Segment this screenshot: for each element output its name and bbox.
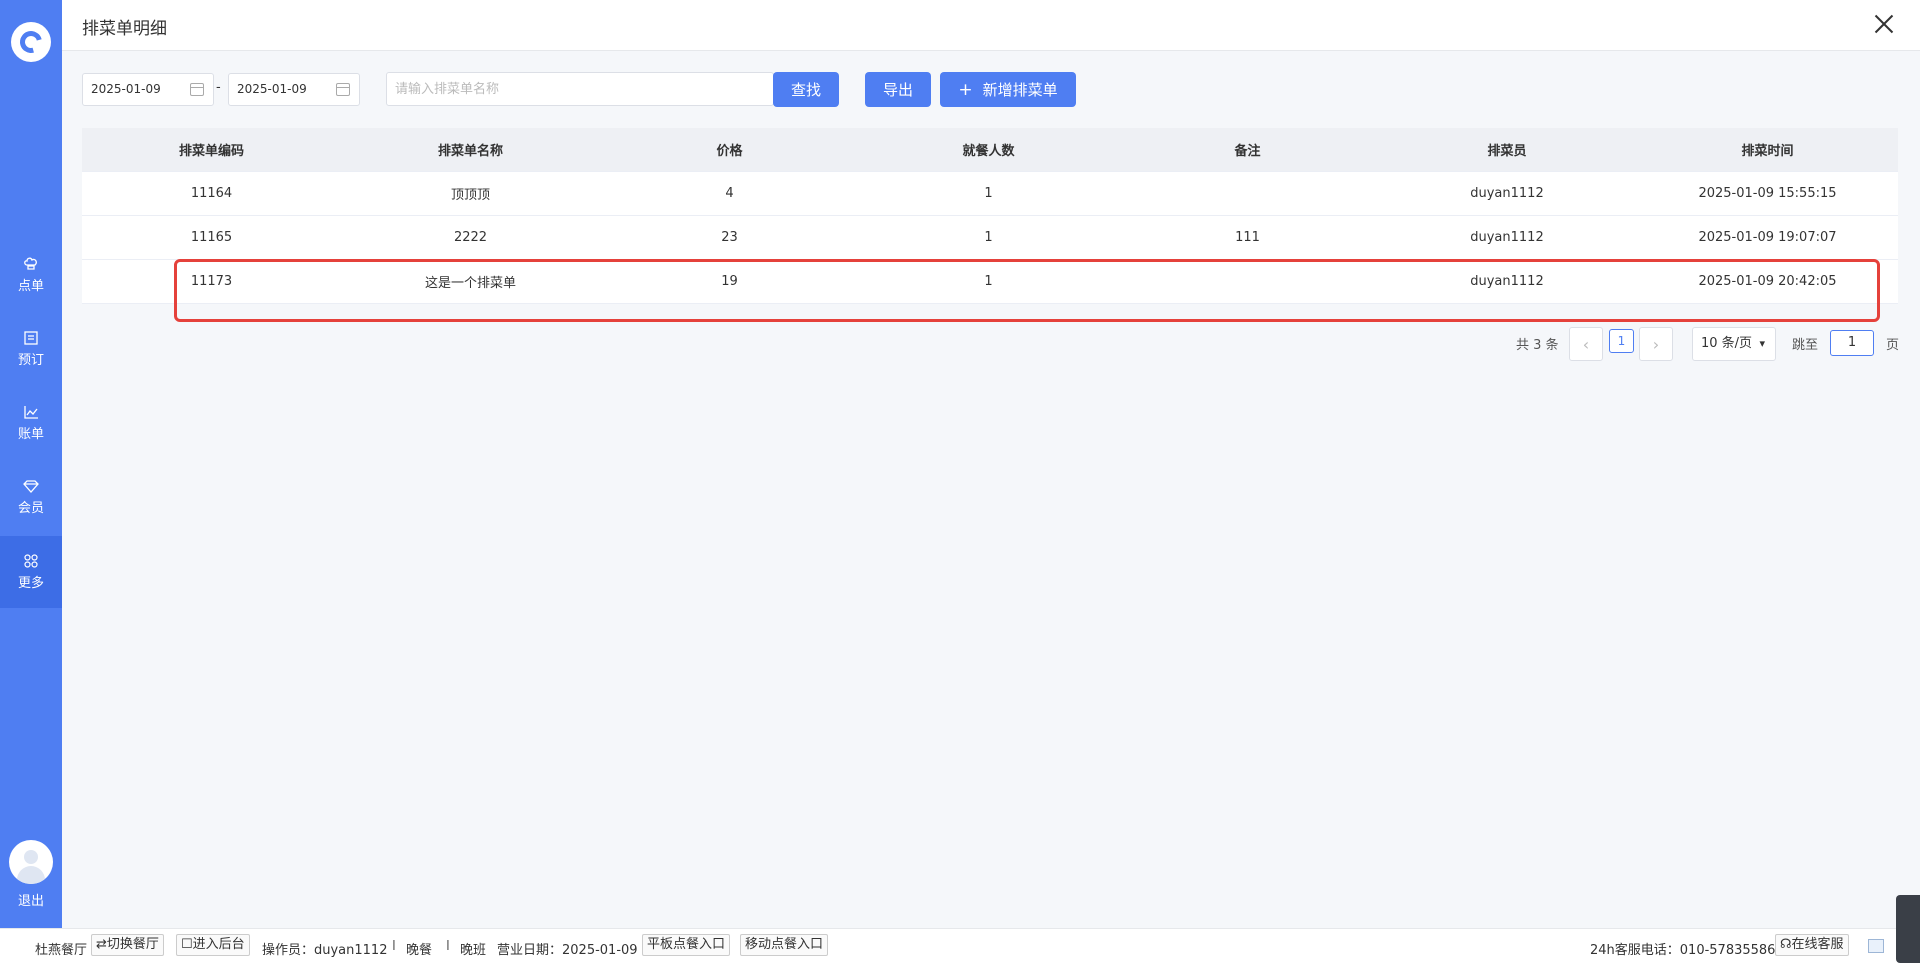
table-cell: 11164 [190,186,233,201]
sidebar-item-label: 账单 [17,426,44,442]
add-menu-button-label: 新增排菜单 [982,81,1058,99]
avatar[interactable] [9,840,53,884]
table-cell: 19 [721,274,738,289]
calendar-book-icon [23,330,39,345]
page-size-value: 10 条/页 [1701,336,1753,351]
app-logo [11,22,51,62]
online-service-button[interactable]: ☊在线客服 [1775,934,1849,956]
logout-button[interactable]: 退出 [0,890,62,909]
start-date-value: 2025-01-09 [91,82,161,96]
search-input[interactable] [386,72,774,106]
sidebar-item-label: 更多 [17,575,44,591]
column-header[interactable]: 价格 [600,140,859,159]
broken-image-icon [1868,939,1884,953]
prev-page-button[interactable]: ‹ [1569,327,1603,361]
shift-text: 晚班 [460,943,487,958]
column-header[interactable]: 排菜时间 [1637,140,1898,159]
column-header[interactable]: 排菜员 [1377,140,1637,159]
column-header[interactable]: 排菜单名称 [341,140,600,159]
close-icon[interactable] [1872,12,1896,36]
separator: I [446,939,450,954]
column-header[interactable]: 备注 [1118,140,1377,159]
table-cell: duyan1112 [1470,186,1544,201]
headset-icon: ☊ [1780,937,1792,952]
sidebar-item-member[interactable]: 会员 [0,461,62,533]
table-cell: duyan1112 [1470,274,1544,289]
table-cell: 11165 [190,230,233,245]
end-date-value: 2025-01-09 [237,82,307,96]
business-date: 营业日期：2025-01-09 [497,943,638,958]
enter-backend-button[interactable]: ☐进入后台 [176,934,250,956]
page-header: 排菜单明细 [62,0,1920,51]
hotline-text: 24h客服电话：010-57835586 [1590,943,1776,958]
table-cell: 4 [725,186,734,201]
page-title: 排菜单明细 [82,19,167,39]
floating-side-tab[interactable] [1896,895,1920,963]
column-header[interactable]: 就餐人数 [859,140,1118,159]
jump-page-input[interactable]: 1 [1830,330,1874,356]
calendar-icon [336,83,350,96]
tablet-entry-button[interactable]: 平板点餐入口 [642,934,731,956]
restaurant-name: 杜燕餐厅 [35,943,88,958]
sidebar-item-bills[interactable]: 账单 [0,387,62,459]
table-row[interactable]: 11164 顶顶顶 4 1 duyan1112 2025-01-09 15:55… [82,172,1898,216]
column-header[interactable]: 排菜单编码 [82,140,341,159]
table-row[interactable]: 11173 这是一个排菜单 19 1 duyan1112 2025-01-09 … [82,260,1898,304]
chevron-down-icon: ▾ [1759,337,1765,350]
sidebar-item-label: 预订 [17,352,44,368]
diamond-icon [23,479,39,493]
export-button[interactable]: 导出 [865,72,931,107]
status-bar: 杜燕餐厅 ⇄切换餐厅 ☐进入后台 操作员：duyan1112 I 晚餐 I 晚班… [0,928,1920,963]
mobile-entry-button[interactable]: 移动点餐入口 [740,934,829,956]
switch-restaurant-button[interactable]: ⇄切换餐厅 [91,934,164,956]
table-cell: 1 [984,186,993,201]
sidebar-item-more[interactable]: 更多 [0,536,62,608]
sidebar-item-label: 会员 [17,500,44,516]
table-cell: 顶顶顶 [450,188,490,203]
table-cell: 11173 [190,274,233,289]
separator: I [392,939,396,954]
online-service-label: 在线客服 [1791,937,1844,952]
start-date-input[interactable]: 2025-01-09 [82,73,214,106]
menu-table: 排菜单编码 排菜单名称 价格 就餐人数 备注 排菜员 排菜时间 11164 顶顶… [82,128,1898,304]
date-separator: - [216,80,221,95]
calendar-icon [190,83,204,96]
page-number-button[interactable]: 1 [1609,329,1634,353]
grid-icon [23,553,39,568]
page-suffix: 页 [1886,338,1900,353]
table-cell: 2025-01-09 20:42:05 [1698,274,1837,289]
sidebar-item-label: 点单 [17,278,44,294]
table-cell: 这是一个排菜单 [424,276,516,291]
plus-icon: + [958,79,973,100]
table-row[interactable]: 11165 2222 23 1 111 duyan1112 2025-01-09… [82,216,1898,260]
chef-hat-icon [23,257,39,271]
end-date-input[interactable]: 2025-01-09 [228,73,360,106]
table-cell: duyan1112 [1470,230,1544,245]
table-cell: 1 [984,274,993,289]
sidebar-item-reservation[interactable]: 预订 [0,313,62,385]
table-cell: 23 [721,230,738,245]
search-button[interactable]: 查找 [773,72,839,107]
jump-label: 跳至 [1792,338,1819,353]
meal-text: 晚餐 [406,943,433,958]
page-size-select[interactable]: 10 条/页 ▾ [1692,327,1776,361]
sidebar-item-order[interactable]: 点单 [0,239,62,311]
operator-text: 操作员：duyan1112 [262,943,388,958]
table-cell: 2222 [453,230,488,245]
pagination-total: 共 3 条 [1516,338,1559,353]
sidebar: 点单 预订 账单 会员 更多 退出 [0,0,62,928]
next-page-button[interactable]: › [1639,327,1673,361]
add-menu-button[interactable]: + 新增排菜单 [940,72,1076,107]
table-header: 排菜单编码 排菜单名称 价格 就餐人数 备注 排菜员 排菜时间 [82,128,1898,172]
chart-icon [23,405,39,419]
table-cell: 2025-01-09 19:07:07 [1698,230,1837,245]
table-cell: 111 [1235,230,1260,245]
table-cell: 2025-01-09 15:55:15 [1698,186,1837,201]
table-cell: 1 [984,230,993,245]
